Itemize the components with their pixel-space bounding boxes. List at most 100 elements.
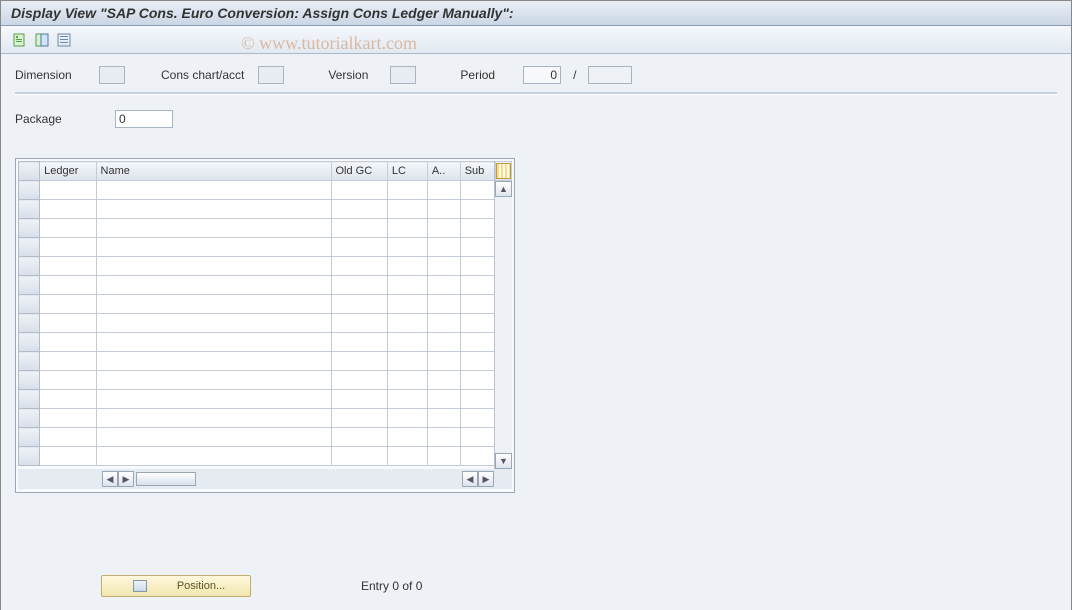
grid-cell[interactable] xyxy=(460,181,494,200)
row-selector[interactable] xyxy=(19,314,40,333)
grid-cell[interactable] xyxy=(427,447,460,466)
grid-cell[interactable] xyxy=(40,200,96,219)
grid-cell[interactable] xyxy=(331,181,387,200)
grid-cell[interactable] xyxy=(387,409,427,428)
toolbar-icon-3[interactable] xyxy=(55,31,73,49)
grid-cell[interactable] xyxy=(331,314,387,333)
package-field[interactable] xyxy=(115,110,173,128)
grid-cell[interactable] xyxy=(460,371,494,390)
grid-cell[interactable] xyxy=(331,200,387,219)
row-selector[interactable] xyxy=(19,219,40,238)
grid-cell[interactable] xyxy=(40,219,96,238)
grid-cell[interactable] xyxy=(427,371,460,390)
grid-cell[interactable] xyxy=(387,200,427,219)
grid-cell[interactable] xyxy=(387,371,427,390)
horizontal-scrollbar[interactable]: ◀ ▶ ◀ ▶ xyxy=(18,469,512,489)
grid-cell[interactable] xyxy=(387,219,427,238)
grid-cell[interactable] xyxy=(40,238,96,257)
row-selector[interactable] xyxy=(19,200,40,219)
grid-cell[interactable] xyxy=(96,257,331,276)
grid-cell[interactable] xyxy=(387,333,427,352)
grid-cell[interactable] xyxy=(427,409,460,428)
grid-cell[interactable] xyxy=(427,428,460,447)
grid-cell[interactable] xyxy=(331,257,387,276)
grid-col-header[interactable]: A.. xyxy=(427,162,460,181)
grid-cell[interactable] xyxy=(40,409,96,428)
grid-cell[interactable] xyxy=(427,276,460,295)
grid-col-header[interactable]: Old GC xyxy=(331,162,387,181)
scroll-up-button[interactable]: ▲ xyxy=(495,181,512,197)
grid-cell[interactable] xyxy=(331,219,387,238)
row-selector[interactable] xyxy=(19,447,40,466)
hscroll-thumb[interactable] xyxy=(136,472,196,486)
table-settings-icon[interactable] xyxy=(496,163,511,179)
grid-cell[interactable] xyxy=(40,333,96,352)
row-selector[interactable] xyxy=(19,428,40,447)
grid-cell[interactable] xyxy=(427,390,460,409)
row-selector[interactable] xyxy=(19,409,40,428)
grid-cell[interactable] xyxy=(96,314,331,333)
grid-cell[interactable] xyxy=(427,333,460,352)
row-selector[interactable] xyxy=(19,352,40,371)
grid-cell[interactable] xyxy=(460,447,494,466)
row-selector[interactable] xyxy=(19,295,40,314)
vertical-scrollbar[interactable]: ▲ ▼ xyxy=(494,161,512,469)
grid-cell[interactable] xyxy=(460,200,494,219)
grid-cell[interactable] xyxy=(96,333,331,352)
grid-cell[interactable] xyxy=(387,181,427,200)
vscroll-track[interactable] xyxy=(495,197,512,453)
grid-cell[interactable] xyxy=(460,314,494,333)
grid-cell[interactable] xyxy=(427,200,460,219)
grid-cell[interactable] xyxy=(427,257,460,276)
grid-cell[interactable] xyxy=(96,181,331,200)
grid-cell[interactable] xyxy=(96,295,331,314)
dimension-field[interactable] xyxy=(99,66,125,84)
grid-cell[interactable] xyxy=(96,219,331,238)
grid-cell[interactable] xyxy=(96,200,331,219)
grid-cell[interactable] xyxy=(96,390,331,409)
row-selector[interactable] xyxy=(19,257,40,276)
grid-cell[interactable] xyxy=(331,238,387,257)
grid-cell[interactable] xyxy=(40,257,96,276)
row-selector[interactable] xyxy=(19,238,40,257)
row-selector[interactable] xyxy=(19,390,40,409)
grid-cell[interactable] xyxy=(331,352,387,371)
grid-cell[interactable] xyxy=(460,276,494,295)
grid-cell[interactable] xyxy=(40,428,96,447)
period-year-field[interactable] xyxy=(588,66,632,84)
grid-cell[interactable] xyxy=(331,333,387,352)
grid-cell[interactable] xyxy=(387,352,427,371)
grid-cell[interactable] xyxy=(331,447,387,466)
grid-cell[interactable] xyxy=(460,295,494,314)
grid-cell[interactable] xyxy=(40,314,96,333)
grid-cell[interactable] xyxy=(460,352,494,371)
grid-cell[interactable] xyxy=(331,276,387,295)
version-field[interactable] xyxy=(390,66,416,84)
cons-chart-field[interactable] xyxy=(258,66,284,84)
select-all-corner[interactable] xyxy=(19,162,40,181)
grid-col-header[interactable]: Name xyxy=(96,162,331,181)
grid-cell[interactable] xyxy=(387,390,427,409)
grid-cell[interactable] xyxy=(40,181,96,200)
grid-cell[interactable] xyxy=(387,428,427,447)
scroll-down-button[interactable]: ▼ xyxy=(495,453,512,469)
grid-cell[interactable] xyxy=(40,390,96,409)
grid-cell[interactable] xyxy=(427,352,460,371)
grid-col-header[interactable]: LC xyxy=(387,162,427,181)
grid-cell[interactable] xyxy=(387,295,427,314)
grid-cell[interactable] xyxy=(96,447,331,466)
scroll-left-button-2[interactable]: ◀ xyxy=(462,471,478,487)
grid-cell[interactable] xyxy=(427,295,460,314)
grid-cell[interactable] xyxy=(331,295,387,314)
position-button[interactable]: Position... xyxy=(101,575,251,597)
grid-cell[interactable] xyxy=(460,257,494,276)
scroll-right-button-2[interactable]: ▶ xyxy=(478,471,494,487)
row-selector[interactable] xyxy=(19,181,40,200)
grid-col-header[interactable]: Sub xyxy=(460,162,494,181)
grid-cell[interactable] xyxy=(40,295,96,314)
grid-cell[interactable] xyxy=(427,238,460,257)
grid-cell[interactable] xyxy=(331,371,387,390)
toolbar-icon-2[interactable] xyxy=(33,31,51,49)
toolbar-icon-1[interactable] xyxy=(11,31,29,49)
grid-cell[interactable] xyxy=(387,257,427,276)
